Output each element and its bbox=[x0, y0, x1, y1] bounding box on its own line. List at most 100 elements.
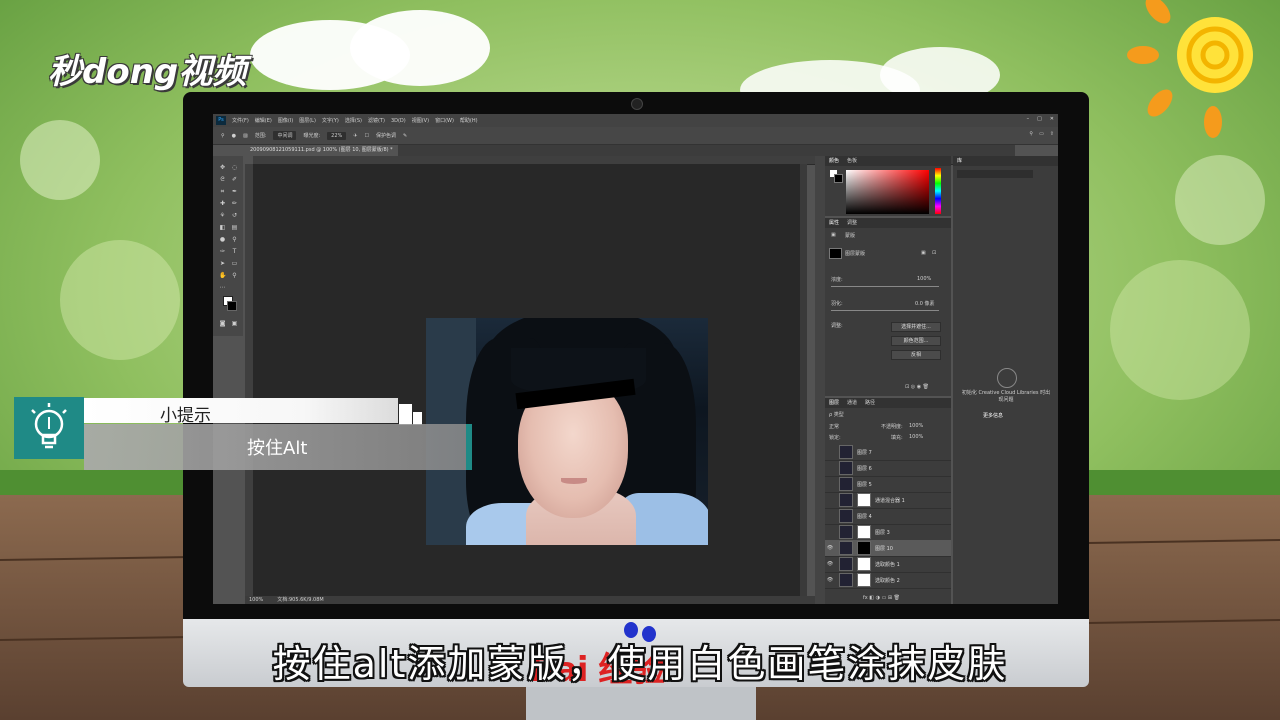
range-select[interactable]: 中间调 bbox=[273, 131, 297, 140]
document-tab[interactable]: 20090908121059111.psd @ 100% (图层 10, 图层蒙… bbox=[245, 145, 398, 156]
menu-window[interactable]: 窗口(W) bbox=[435, 117, 454, 124]
brush-tool-icon[interactable]: ✏ bbox=[231, 200, 238, 207]
exposure-input[interactable]: 22% bbox=[327, 131, 347, 140]
protect-tones-checkbox[interactable]: ☐ bbox=[365, 133, 369, 139]
fill-input[interactable]: 100% bbox=[909, 434, 923, 440]
blend-mode-select[interactable]: 正常 bbox=[829, 423, 839, 430]
clone-stamp-icon[interactable]: ⚘ bbox=[219, 212, 226, 219]
history-brush-icon[interactable]: ↺ bbox=[231, 212, 238, 219]
invert-button[interactable]: 反相 bbox=[891, 350, 941, 360]
menu-select[interactable]: 选择(S) bbox=[345, 117, 362, 124]
minimize-icon[interactable]: – bbox=[1027, 116, 1030, 122]
menu-image[interactable]: 图像(I) bbox=[278, 117, 293, 124]
layer-row[interactable]: 图层 3 bbox=[825, 524, 951, 541]
mask-actions-icon[interactable]: ⊡ ◎ ◉ 🗑 bbox=[905, 384, 929, 390]
pressure-icon[interactable]: ✎ bbox=[403, 133, 407, 139]
hand-tool-icon[interactable]: ✋ bbox=[219, 272, 226, 279]
share-icon[interactable]: ⇪ bbox=[1050, 131, 1054, 137]
canvas-area[interactable] bbox=[253, 164, 800, 596]
tab-adjustments[interactable]: 调整 bbox=[847, 218, 857, 228]
visibility-eye-icon[interactable]: 👁 bbox=[825, 561, 835, 567]
tab-channels[interactable]: 通道 bbox=[847, 398, 857, 408]
dodge-tool-icon[interactable]: ⚲ bbox=[231, 236, 238, 243]
tab-swatches[interactable]: 色板 bbox=[847, 156, 857, 166]
menu-help[interactable]: 帮助(H) bbox=[460, 117, 478, 124]
dodge-tool-icon[interactable]: ⚲ bbox=[221, 133, 225, 139]
healing-brush-icon[interactable]: ✚ bbox=[219, 200, 226, 207]
airbrush-icon[interactable]: ✈ bbox=[353, 133, 357, 139]
more-tools-icon[interactable]: ⋯ bbox=[219, 284, 226, 291]
hue-slider[interactable] bbox=[935, 168, 941, 214]
shape-tool-icon[interactable]: ▭ bbox=[231, 260, 238, 267]
gradient-tool-icon[interactable]: ▤ bbox=[231, 224, 238, 231]
menu-layer[interactable]: 图层(L) bbox=[299, 117, 316, 124]
workspace-icon[interactable]: ▭ bbox=[1039, 131, 1044, 137]
layer-row[interactable]: 图层 4 bbox=[825, 508, 951, 525]
lasso-tool-icon[interactable]: ᘓ bbox=[219, 176, 226, 183]
library-more-link[interactable]: 更多信息 bbox=[983, 412, 1003, 419]
layer-row[interactable]: 通道混合器 1 bbox=[825, 492, 951, 509]
tab-paths[interactable]: 路径 bbox=[865, 398, 875, 408]
feather-label: 羽化: bbox=[831, 301, 843, 307]
status-bar: 100% 文档:905.6K/9.08M bbox=[245, 596, 815, 604]
eyedropper-icon[interactable]: ✒ bbox=[231, 188, 238, 195]
density-slider[interactable] bbox=[831, 286, 939, 287]
crop-tool-icon[interactable]: ⌗ bbox=[219, 188, 226, 195]
menu-edit[interactable]: 编辑(E) bbox=[255, 117, 272, 124]
menu-view[interactable]: 视图(V) bbox=[412, 117, 429, 124]
layer-mask-thumbnail[interactable] bbox=[857, 557, 871, 571]
layer-mask-thumbnail[interactable] bbox=[857, 541, 871, 555]
color-range-button[interactable]: 颜色范围... bbox=[891, 336, 941, 346]
search-icon[interactable]: ⚲ bbox=[1029, 131, 1033, 137]
tab-libraries[interactable]: 库 bbox=[957, 156, 962, 166]
color-picker-field[interactable] bbox=[846, 170, 929, 214]
zoom-tool-icon[interactable]: ⚲ bbox=[231, 272, 238, 279]
background-color-swatch[interactable] bbox=[227, 301, 237, 311]
layer-row[interactable]: 👁 选取颜色 2 bbox=[825, 572, 951, 589]
brush-panel-icon[interactable]: ▨ bbox=[243, 133, 248, 139]
layer-row[interactable]: 图层 7 bbox=[825, 444, 951, 461]
move-tool-icon[interactable]: ✥ bbox=[219, 164, 226, 171]
feather-value[interactable]: 0.0 像素 bbox=[915, 300, 935, 307]
tab-layers[interactable]: 图层 bbox=[829, 398, 839, 408]
opacity-input[interactable]: 100% bbox=[909, 423, 923, 429]
eraser-tool-icon[interactable]: ◧ bbox=[219, 224, 226, 231]
library-search[interactable] bbox=[957, 170, 1033, 178]
brush-size-icon[interactable]: ● bbox=[232, 133, 236, 139]
density-value[interactable]: 100% bbox=[917, 276, 931, 282]
pen-tool-icon[interactable]: ✑ bbox=[219, 248, 226, 255]
canvas-scrollbar[interactable] bbox=[800, 164, 807, 596]
select-and-mask-button[interactable]: 选择并遮住... bbox=[891, 322, 941, 332]
zoom-level[interactable]: 100% bbox=[249, 596, 263, 604]
menu-3d[interactable]: 3D(D) bbox=[391, 118, 406, 124]
visibility-eye-icon[interactable]: 👁 bbox=[825, 577, 835, 583]
maximize-icon[interactable]: □ bbox=[1037, 116, 1042, 122]
menu-type[interactable]: 文字(Y) bbox=[322, 117, 339, 124]
layer-mask-thumbnail[interactable] bbox=[857, 525, 871, 539]
screen-mode-icon[interactable]: ▣ bbox=[231, 320, 238, 327]
layer-row[interactable]: 图层 6 bbox=[825, 460, 951, 477]
blur-tool-icon[interactable]: ● bbox=[219, 236, 226, 243]
quick-mask-icon[interactable]: ◙ bbox=[219, 320, 226, 327]
kind-filter-select[interactable]: ρ 类型 bbox=[829, 411, 844, 418]
tab-color[interactable]: 颜色 bbox=[829, 156, 839, 166]
tab-properties[interactable]: 属性 bbox=[829, 218, 839, 228]
layer-actions-icon[interactable]: fx ◧ ◑ ▭ ⊞ 🗑 bbox=[863, 595, 900, 601]
feather-slider[interactable] bbox=[831, 310, 939, 311]
layer-row[interactable]: 图层 5 bbox=[825, 476, 951, 493]
visibility-eye-icon[interactable]: 👁 bbox=[825, 545, 835, 551]
type-tool-icon[interactable]: T bbox=[231, 248, 238, 255]
path-select-icon[interactable]: ➤ bbox=[219, 260, 226, 267]
color-bg-swatch[interactable] bbox=[834, 174, 843, 183]
layer-mask-thumbnail[interactable] bbox=[857, 573, 871, 587]
close-icon[interactable]: ✕ bbox=[1050, 116, 1054, 122]
menu-file[interactable]: 文件(F) bbox=[232, 117, 249, 124]
layer-mask-thumbnail[interactable] bbox=[857, 493, 871, 507]
marquee-tool-icon[interactable]: ◌ bbox=[231, 164, 238, 171]
quick-select-icon[interactable]: ✐ bbox=[231, 176, 238, 183]
layer-row[interactable]: 👁 选取颜色 1 bbox=[825, 556, 951, 573]
apply-mask-icon[interactable]: ⊡ bbox=[932, 250, 936, 256]
menu-filter[interactable]: 滤镜(T) bbox=[368, 117, 385, 124]
layer-row[interactable]: 👁 图层 10 bbox=[825, 540, 951, 557]
select-mask-icon[interactable]: ▣ bbox=[921, 250, 926, 256]
